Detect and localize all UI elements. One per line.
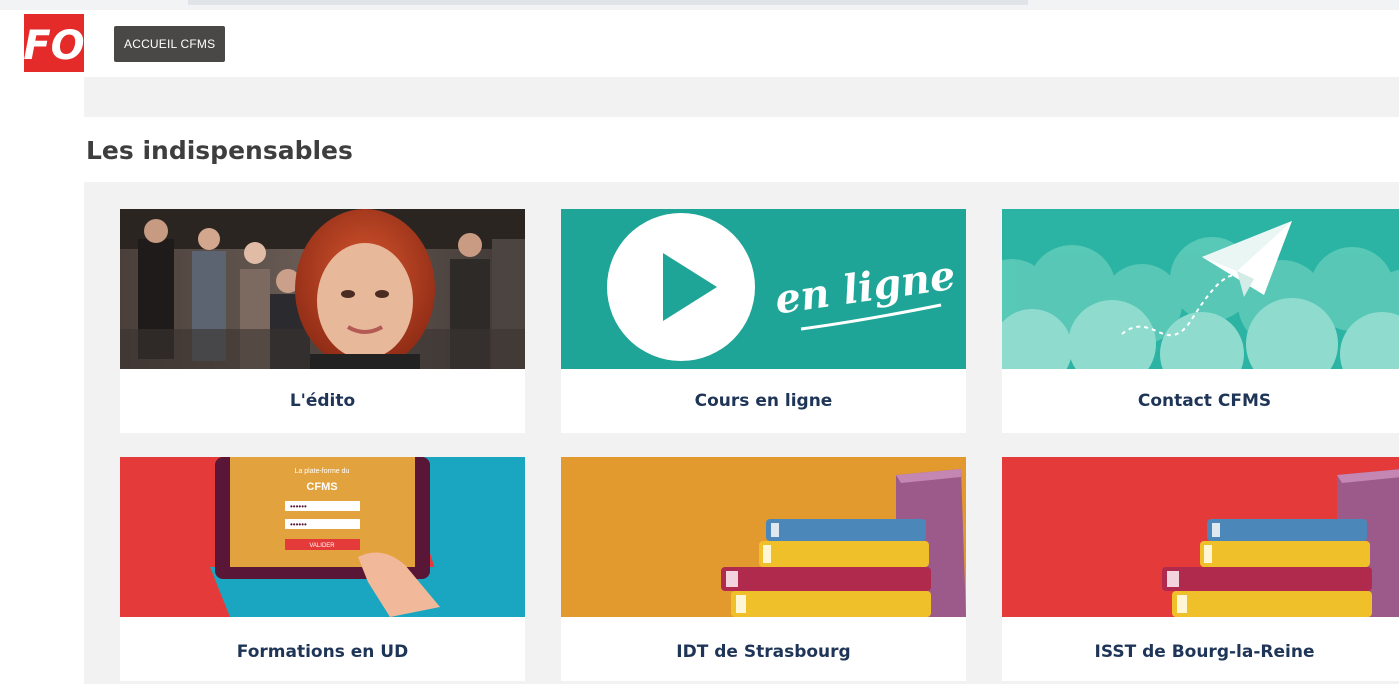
accueil-cfms-button[interactable]: ACCUEIL CFMS: [114, 26, 226, 62]
card-isst-bourg-la-reine[interactable]: ISST de Bourg-la-Reine: [1002, 457, 1399, 681]
card-idt-strasbourg[interactable]: IDT de Strasbourg: [561, 457, 966, 681]
card-idt-label: IDT de Strasbourg: [676, 642, 851, 662]
card-contact-cfms[interactable]: Contact CFMS: [1002, 209, 1399, 433]
section-title: Les indispensables: [86, 136, 353, 165]
login-form-button: VALIDER: [309, 543, 335, 549]
card-isst-label: ISST de Bourg-la-Reine: [1094, 642, 1315, 662]
logo-text: FO: [24, 23, 84, 69]
cours-en-ligne-image: en ligne: [561, 209, 966, 369]
card-edito[interactable]: L'édito: [120, 209, 525, 433]
card-cours-en-ligne[interactable]: en ligne Cours en ligne: [561, 209, 966, 433]
formations-image: La plate-forme du CFMS •••••• •••••• VAL…: [120, 457, 525, 617]
card-formations-en-ud[interactable]: La plate-forme du CFMS •••••• •••••• VAL…: [120, 457, 525, 681]
card-contact-label: Contact CFMS: [1137, 391, 1272, 411]
isst-books-image: [1002, 457, 1399, 617]
books-icon: [1002, 457, 1399, 617]
contact-image: [1002, 209, 1399, 369]
books-icon: [561, 457, 966, 617]
login-form-title: CFMS: [306, 481, 337, 493]
idt-books-image: [561, 457, 966, 617]
edito-photo: [120, 209, 525, 369]
fo-logo-graphic: FO: [23, 14, 85, 72]
login-form-caption: La plate-forme du: [295, 468, 350, 475]
svg-text:••••••: ••••••: [290, 502, 307, 511]
card-cours-label: Cours en ligne: [694, 391, 833, 411]
card-formations-label: Formations en UD: [236, 642, 409, 662]
fo-logo[interactable]: FO: [23, 14, 85, 72]
header-grey-band: [84, 77, 1399, 117]
top-scroll-track: [188, 0, 1028, 5]
browser-top-bar: [0, 0, 1399, 10]
card-edito-label: L'édito: [289, 391, 356, 411]
svg-text:••••••: ••••••: [290, 520, 307, 529]
